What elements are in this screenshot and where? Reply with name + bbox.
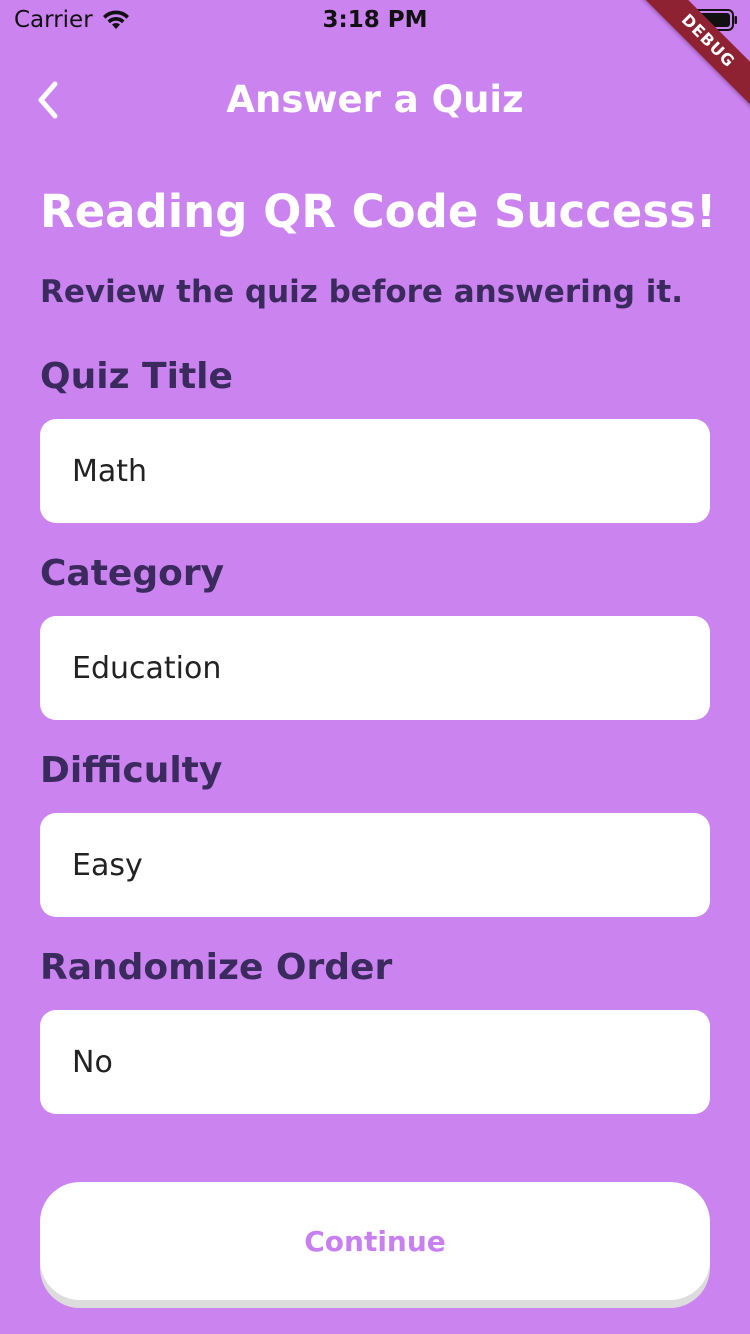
field-difficulty: Difficulty Easy: [40, 746, 710, 917]
randomize-order-field[interactable]: No: [40, 1010, 710, 1114]
continue-button[interactable]: Continue: [40, 1182, 710, 1300]
field-category: Category Education: [40, 549, 710, 720]
field-quiz-title: Quiz Title Math: [40, 352, 710, 523]
review-instructions: Review the quiz before answering it.: [40, 274, 684, 310]
quiz-review-content: Reading QR Code Success! Review the quiz…: [40, 182, 717, 1114]
status-time: 3:18 PM: [322, 7, 428, 33]
field-label: Randomize Order: [40, 947, 393, 988]
category-field[interactable]: Education: [40, 616, 710, 720]
page-title: Answer a Quiz: [226, 78, 524, 121]
field-label: Difficulty: [40, 750, 223, 791]
app-bar: Answer a Quiz: [0, 60, 750, 140]
field-label: Quiz Title: [40, 356, 233, 397]
field-randomize-order: Randomize Order No: [40, 943, 710, 1114]
quiz-title-field[interactable]: Math: [40, 419, 710, 523]
success-headline: Reading QR Code Success!: [40, 185, 717, 238]
difficulty-field[interactable]: Easy: [40, 813, 710, 917]
field-label: Category: [40, 553, 225, 594]
status-bar: Carrier 3:18 PM: [0, 0, 750, 40]
